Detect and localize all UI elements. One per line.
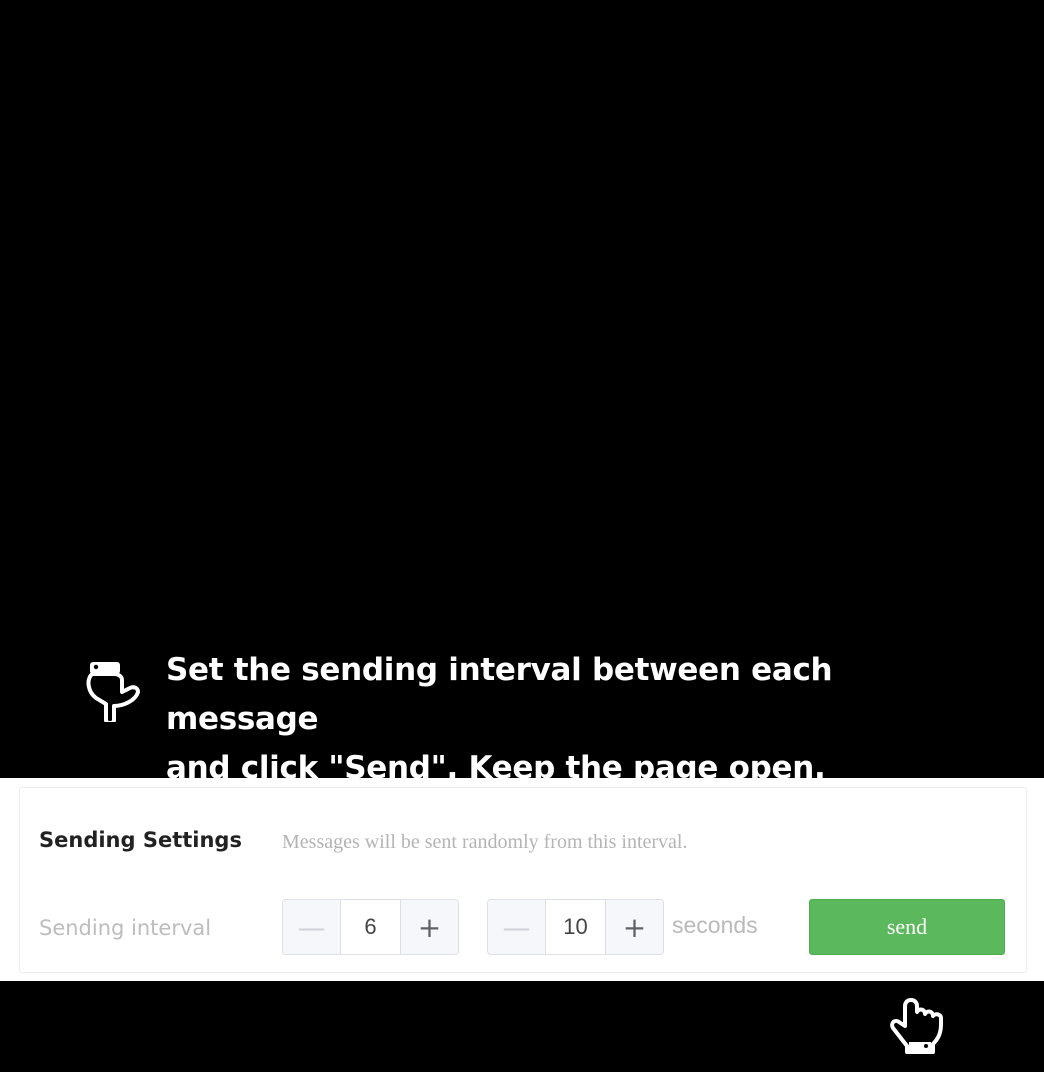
min-interval-stepper: — 6 + bbox=[282, 899, 459, 955]
panel-title: Sending Settings bbox=[39, 828, 242, 852]
pointer-down-icon bbox=[86, 662, 140, 722]
interval-label: Sending interval bbox=[39, 916, 212, 940]
max-interval-input[interactable]: 10 bbox=[546, 900, 605, 954]
sending-settings-panel: Sending Settings Messages will be sent r… bbox=[19, 787, 1027, 973]
instruction-text: Set the sending interval between each me… bbox=[166, 646, 984, 793]
tutorial-screen: Set the sending interval between each me… bbox=[0, 0, 1044, 1072]
instruction-line-1: Set the sending interval between each me… bbox=[166, 652, 833, 737]
instruction-callout: Set the sending interval between each me… bbox=[84, 646, 984, 793]
min-interval-input[interactable]: 6 bbox=[341, 900, 400, 954]
unit-label: seconds bbox=[672, 912, 758, 938]
max-interval-stepper: — 10 + bbox=[487, 899, 664, 955]
max-decrement-button[interactable]: — bbox=[488, 900, 546, 954]
send-button[interactable]: send bbox=[809, 899, 1005, 955]
min-decrement-button[interactable]: — bbox=[283, 900, 341, 954]
hand-cursor-icon bbox=[890, 998, 943, 1054]
max-increment-button[interactable]: + bbox=[605, 900, 663, 954]
panel-hint: Messages will be sent randomly from this… bbox=[282, 831, 688, 853]
settings-band: Sending Settings Messages will be sent r… bbox=[0, 778, 1044, 981]
min-increment-button[interactable]: + bbox=[400, 900, 458, 954]
